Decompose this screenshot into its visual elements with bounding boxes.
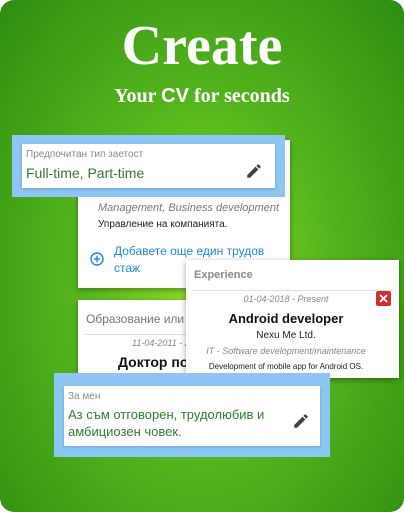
subtitle-highlight: CV — [161, 85, 189, 107]
plus-circle-icon — [90, 252, 104, 266]
employment-type-label: Предпочитан тип заетост — [26, 149, 144, 160]
about-highlight: За мен Аз съм отговорен, трудолюбив и ам… — [54, 373, 330, 457]
education-date: 11-04-2011 - 2 — [132, 338, 190, 348]
pencil-icon[interactable] — [245, 162, 263, 180]
promo-background: Create Your CV for seconds Management, B… — [0, 0, 404, 512]
education-section-title: Образование или с — [86, 312, 194, 326]
about-field[interactable]: За мен Аз съм отговорен, трудолюбив и ам… — [64, 386, 320, 446]
experience-field: IT - Software development/maintenance — [206, 346, 366, 356]
about-value-line1: Аз съм отговорен, трудолюбив и — [68, 407, 265, 422]
promo-subtitle: Your CV for seconds — [0, 84, 404, 108]
delete-icon[interactable] — [376, 291, 391, 306]
experience-card: Experience 01-04-2018 - Present Android … — [186, 260, 399, 378]
experience-description: Development of mobile app for Android OS… — [208, 362, 364, 371]
subtitle-suffix: for seconds — [188, 85, 290, 107]
add-work-experience-label-2: стаж — [114, 261, 141, 275]
experience-section-title: Experience — [194, 269, 253, 281]
experience-job-title: Android developer — [228, 311, 344, 326]
experience-company: Nexu Me Ltd. — [256, 330, 316, 341]
experience-date: 01-04-2018 - Present — [243, 294, 329, 304]
work-position-line: Management, Business development — [98, 202, 279, 214]
about-value-line2: амбициозен човек. — [68, 424, 182, 439]
pencil-icon[interactable] — [292, 412, 310, 430]
promo-title: Create — [121, 15, 283, 77]
about-label: За мен — [68, 391, 101, 402]
employment-type-field[interactable]: Предпочитан тип заетост Full-time, Part-… — [22, 144, 275, 188]
work-description: Управление на компанията. — [98, 219, 228, 230]
add-work-experience-label-1: Добавете още един трудов — [114, 244, 265, 258]
education-degree: Доктор по — [118, 354, 189, 370]
subtitle-prefix: Your — [114, 85, 162, 107]
employment-type-highlight: Предпочитан тип заетост Full-time, Part-… — [12, 135, 285, 197]
employment-type-value: Full-time, Part-time — [26, 165, 145, 181]
